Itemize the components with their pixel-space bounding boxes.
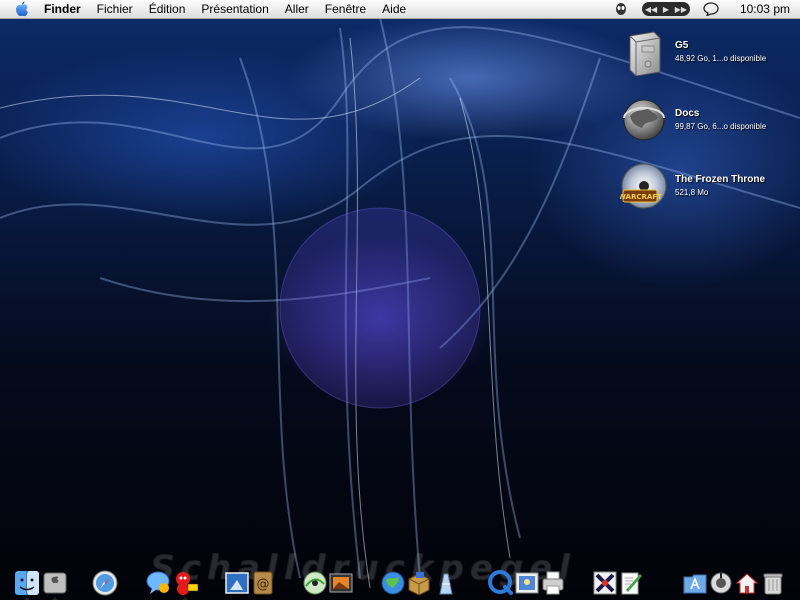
quicktime-icon[interactable] — [488, 570, 514, 596]
next-track-icon[interactable]: ▶▶ — [675, 5, 687, 14]
menu-aide[interactable]: Aide — [374, 0, 414, 18]
menu-aller[interactable]: Aller — [277, 0, 317, 18]
address-book-icon[interactable]: @ — [250, 570, 276, 596]
safari-icon[interactable] — [92, 570, 118, 596]
play-icon[interactable]: ▶ — [663, 5, 669, 14]
volume-frozen-throne[interactable]: WARCRAFT The Frozen Throne 521,8 Mo — [618, 162, 765, 210]
iphoto-icon[interactable] — [224, 570, 250, 596]
svg-text:@: @ — [257, 577, 270, 592]
ichat-icon[interactable] — [146, 570, 172, 596]
speech-bubble-icon[interactable] — [702, 0, 720, 18]
x11-icon[interactable] — [592, 570, 618, 596]
textedit-icon[interactable] — [618, 570, 644, 596]
volume-name: The Frozen Throne — [675, 174, 765, 185]
applications-folder-icon[interactable] — [682, 570, 708, 596]
menu-edition[interactable]: Édition — [141, 0, 194, 18]
menu-clock[interactable]: 10:03 pm — [726, 2, 800, 16]
itunes-controls[interactable]: ◀◀ ▶ ▶▶ — [641, 2, 690, 16]
volume-info: 48,92 Go, 1...o disponible — [675, 54, 767, 63]
printer-icon[interactable] — [540, 570, 566, 596]
cd-burner-icon[interactable] — [302, 570, 328, 596]
home-folder-icon[interactable] — [734, 570, 760, 596]
globe-disk-icon — [620, 96, 668, 144]
svg-text:WARCRAFT: WARCRAFT — [620, 193, 662, 201]
volume-name: G5 — [675, 40, 689, 51]
menu-bar: Finder Fichier Édition Présentation Alle… — [0, 0, 800, 19]
alien-menulet-icon[interactable] — [612, 0, 630, 18]
network-globe-icon[interactable] — [380, 570, 406, 596]
finder-icon[interactable] — [14, 570, 40, 596]
menu-fichier[interactable]: Fichier — [89, 0, 141, 18]
image-capture-icon[interactable] — [328, 570, 354, 596]
apple-menu-icon[interactable] — [14, 1, 30, 17]
trash-icon[interactable] — [760, 570, 786, 596]
previous-track-icon[interactable]: ◀◀ — [645, 5, 657, 14]
volume-g5[interactable]: G5 48,92 Go, 1...o disponible — [620, 28, 767, 77]
downloads-folder-icon[interactable] — [708, 570, 734, 596]
hard-drive-icon — [620, 28, 668, 77]
volume-info: 521,8 Mo — [675, 188, 709, 197]
menu-fenetre[interactable]: Fenêtre — [317, 0, 374, 18]
preview-icon[interactable] — [514, 570, 540, 596]
menu-presentation[interactable]: Présentation — [193, 0, 276, 18]
system-preferences-icon[interactable] — [42, 570, 68, 596]
volume-docs[interactable]: Docs 99,87 Go, 6...o disponible — [620, 96, 766, 144]
menu-finder[interactable]: Finder — [38, 0, 89, 18]
cleaner-icon[interactable] — [432, 570, 458, 596]
volume-info: 99,87 Go, 6...o disponible — [675, 122, 767, 131]
menu-extras: ◀◀ ▶ ▶▶ 10:03 pm — [606, 0, 800, 18]
dock: @ — [0, 566, 800, 600]
warcraft-cd-icon: WARCRAFT — [618, 162, 668, 210]
adium-icon[interactable] — [172, 570, 198, 596]
volume-name: Docs — [675, 108, 700, 119]
stuffit-icon[interactable] — [406, 570, 432, 596]
